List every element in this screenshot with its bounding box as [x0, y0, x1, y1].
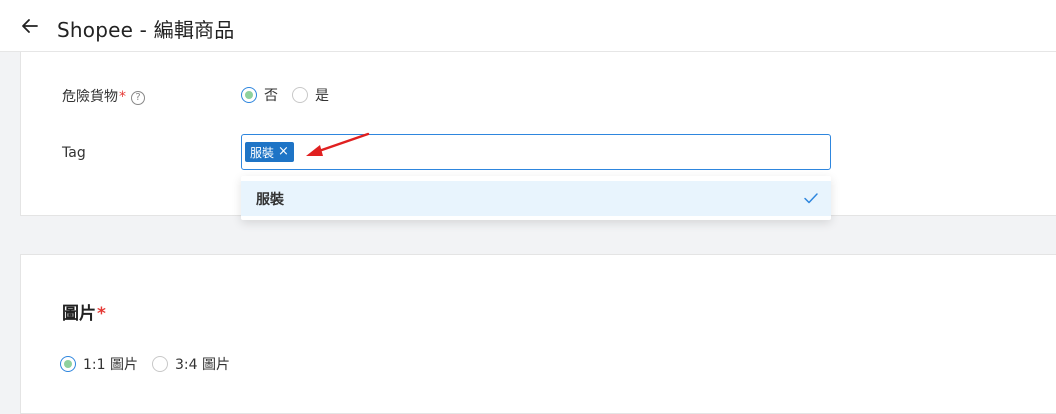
dropdown-option-label: 服裝	[256, 191, 284, 208]
images-title-text: 圖片	[62, 304, 96, 324]
tag-label: Tag	[62, 145, 86, 161]
close-icon[interactable]: ×	[278, 142, 289, 162]
dropdown-option[interactable]: 服裝	[241, 181, 831, 216]
required-asterisk: *	[119, 89, 126, 105]
tag-chip-label: 服裝	[250, 145, 275, 160]
radio-button-checked[interactable]	[60, 356, 76, 372]
dangerous-goods-radio-group: 否 是	[241, 85, 343, 105]
radio-option-3-4[interactable]: 3:4 圖片	[151, 354, 230, 374]
arrow-left-icon[interactable]	[20, 16, 40, 36]
dangerous-goods-label: 危險貨物*?	[62, 86, 145, 106]
help-icon[interactable]: ?	[131, 91, 145, 105]
tag-chip: 服裝 ×	[245, 142, 294, 162]
check-icon	[804, 193, 818, 204]
radio-label-yes: 是	[315, 88, 329, 104]
radio-option-no[interactable]: 否	[241, 85, 278, 105]
radio-option-yes[interactable]: 是	[292, 85, 329, 105]
image-ratio-radio-group: 1:1 圖片 3:4 圖片	[60, 354, 244, 374]
radio-button-unchecked[interactable]	[151, 356, 168, 372]
radio-button-checked[interactable]	[241, 87, 257, 103]
images-section-title: 圖片*	[62, 299, 106, 324]
images-card	[20, 254, 1056, 414]
page-title: Shopee - 編輯商品	[57, 18, 235, 42]
radio-label-1-1: 1:1 圖片	[83, 357, 138, 373]
annotation-arrow-icon	[306, 132, 370, 156]
tag-dropdown: 服裝	[241, 176, 831, 220]
dangerous-goods-label-text: 危險貨物	[62, 89, 118, 105]
top-bar: Shopee - 編輯商品	[0, 0, 1056, 52]
radio-label-no: 否	[264, 88, 278, 104]
radio-button-unchecked[interactable]	[292, 87, 308, 103]
required-asterisk: *	[97, 304, 106, 324]
radio-option-1-1[interactable]: 1:1 圖片	[60, 354, 138, 374]
radio-label-3-4: 3:4 圖片	[174, 357, 230, 373]
